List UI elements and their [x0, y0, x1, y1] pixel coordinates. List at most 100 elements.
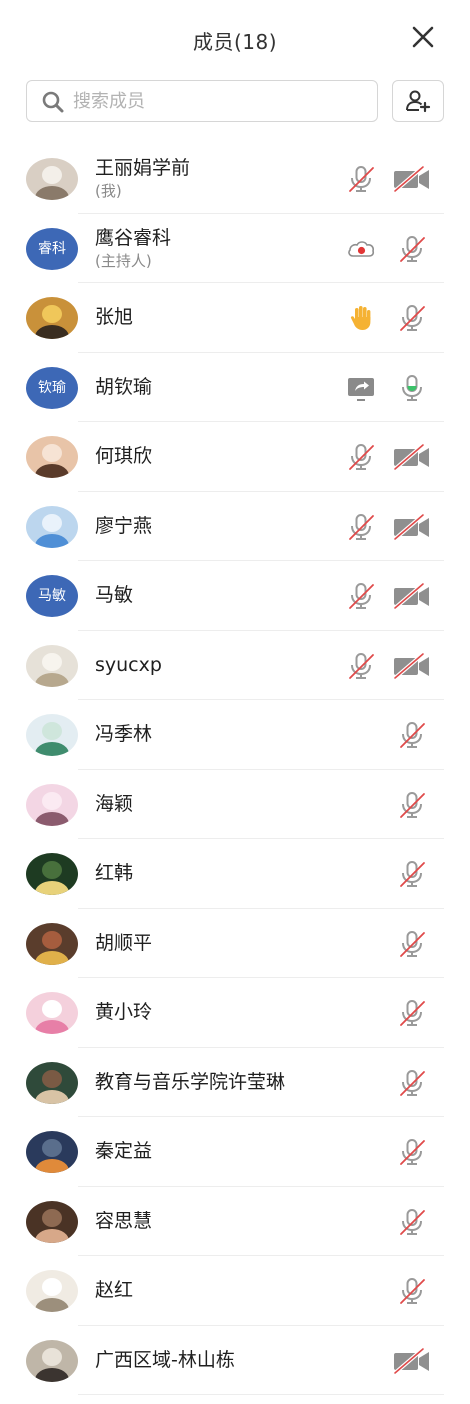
member-name-block: 秦定益	[95, 1117, 152, 1187]
member-name-block: 王丽娟学前 (我)	[95, 144, 190, 214]
member-name: 鹰谷睿科	[95, 226, 172, 249]
member-name: 容思慧	[95, 1209, 153, 1232]
member-name: 胡顺平	[95, 931, 153, 954]
member-name-block: 张旭	[95, 283, 133, 353]
member-row[interactable]: 张旭	[0, 283, 470, 353]
mic-off-icon[interactable]	[397, 1207, 427, 1237]
member-role: (主持人)	[95, 251, 152, 270]
mic-on-icon[interactable]	[397, 373, 427, 403]
avatar	[26, 1339, 78, 1382]
member-row[interactable]: 赵红	[0, 1256, 470, 1326]
member-row[interactable]: 教育与音乐学院许莹琳	[0, 1048, 470, 1117]
mic-off-icon[interactable]	[346, 164, 376, 194]
member-name-block: 容思慧	[95, 1187, 152, 1257]
member-row[interactable]: 广西区域-林山栋	[0, 1326, 470, 1396]
panel-title: 成员(18)	[192, 30, 278, 54]
member-row[interactable]: 容思慧	[0, 1187, 470, 1257]
mic-off-icon[interactable]	[397, 1276, 427, 1306]
avatar	[26, 297, 78, 339]
member-row[interactable]: 黄小玲	[0, 978, 470, 1048]
member-name-block: 马敏	[95, 561, 133, 631]
member-name-block: 何琪欣	[95, 422, 152, 492]
close-button[interactable]	[406, 20, 440, 54]
member-name-block: 鹰谷睿科 (主持人)	[95, 214, 171, 284]
mic-off-icon[interactable]	[397, 234, 427, 264]
member-row[interactable]: 钦瑜 胡钦瑜	[0, 353, 470, 423]
member-name: 张旭	[95, 306, 134, 329]
mic-off-icon[interactable]	[346, 442, 376, 472]
camera-off-icon[interactable]	[392, 1346, 432, 1376]
member-name-block: 广西区域-林山栋	[95, 1326, 235, 1396]
member-row[interactable]: 秦定益	[0, 1117, 470, 1187]
member-name: 马敏	[95, 584, 134, 607]
member-name: 秦定益	[95, 1140, 153, 1163]
mic-off-icon[interactable]	[397, 998, 427, 1028]
member-name: 广西区域-林山栋	[95, 1348, 235, 1371]
member-name: syucxp	[95, 653, 162, 676]
member-row[interactable]: 廖宁燕	[0, 492, 470, 562]
member-name-block: 黄小玲	[95, 978, 152, 1048]
member-row[interactable]: 睿科 鹰谷睿科 (主持人)	[0, 214, 470, 284]
member-name: 红韩	[95, 862, 134, 885]
avatar	[26, 853, 78, 895]
camera-off-icon[interactable]	[392, 581, 432, 611]
raised-hand-icon[interactable]	[346, 303, 376, 333]
member-row[interactable]: 何琪欣	[0, 422, 470, 492]
avatar	[26, 436, 78, 478]
member-name-block: 廖宁燕	[95, 492, 152, 562]
mic-off-icon[interactable]	[397, 790, 427, 820]
member-name-block: 胡钦瑜	[95, 353, 152, 423]
add-member-button[interactable]	[392, 80, 444, 122]
camera-off-icon[interactable]	[392, 651, 432, 681]
avatar	[26, 505, 78, 548]
avatar	[26, 992, 78, 1034]
mic-off-icon[interactable]	[397, 720, 427, 750]
camera-off-icon[interactable]	[392, 512, 432, 542]
avatar: 马敏	[26, 575, 78, 617]
member-name-block: 冯季林	[95, 700, 152, 770]
avatar	[26, 1061, 78, 1104]
member-row[interactable]: 红韩	[0, 839, 470, 909]
avatar	[26, 714, 78, 756]
member-name: 王丽娟学前	[95, 157, 191, 180]
search-box[interactable]	[26, 80, 378, 122]
mic-off-icon[interactable]	[397, 929, 427, 959]
avatar	[26, 922, 78, 965]
member-list: 王丽娟学前 (我) 睿科 鹰谷睿科 (主持人) 张旭钦瑜 胡钦瑜何琪欣廖宁燕马敏 马敏 syuc…	[0, 144, 470, 1395]
avatar: 睿科	[26, 227, 78, 270]
avatar	[26, 158, 78, 200]
cloud-record-icon[interactable]	[346, 234, 376, 264]
member-role: (我)	[95, 182, 122, 201]
row-divider	[78, 1394, 444, 1395]
camera-off-icon[interactable]	[392, 164, 432, 194]
camera-off-icon[interactable]	[392, 442, 432, 472]
member-name: 教育与音乐学院许莹琳	[95, 1070, 286, 1093]
screen-share-icon[interactable]	[346, 373, 376, 403]
member-row[interactable]: 海颖	[0, 770, 470, 840]
member-name: 海颖	[95, 792, 134, 815]
member-row[interactable]: 王丽娟学前 (我)	[0, 144, 470, 214]
search-input[interactable]	[73, 87, 363, 115]
member-name: 何琪欣	[95, 445, 153, 468]
mic-off-icon[interactable]	[346, 651, 376, 681]
mic-off-icon[interactable]	[397, 1068, 427, 1098]
close-icon	[412, 26, 434, 48]
member-row[interactable]: 冯季林	[0, 700, 470, 770]
member-name: 冯季林	[95, 723, 153, 746]
member-name-block: 赵红	[95, 1256, 133, 1326]
mic-off-icon[interactable]	[346, 512, 376, 542]
mic-off-icon[interactable]	[346, 581, 376, 611]
avatar	[26, 1200, 78, 1243]
member-name: 廖宁燕	[95, 514, 153, 537]
member-name: 黄小玲	[95, 1001, 153, 1024]
member-name-block: 海颖	[95, 770, 133, 840]
mic-off-icon[interactable]	[397, 303, 427, 333]
mic-off-icon[interactable]	[397, 1137, 427, 1167]
mic-off-icon[interactable]	[397, 859, 427, 889]
member-name-block: 胡顺平	[95, 909, 152, 979]
avatar	[26, 644, 78, 687]
member-row[interactable]: 马敏 马敏	[0, 561, 470, 631]
member-row[interactable]: 胡顺平	[0, 909, 470, 979]
member-row[interactable]: syucxp	[0, 631, 470, 700]
search-icon	[42, 91, 64, 113]
